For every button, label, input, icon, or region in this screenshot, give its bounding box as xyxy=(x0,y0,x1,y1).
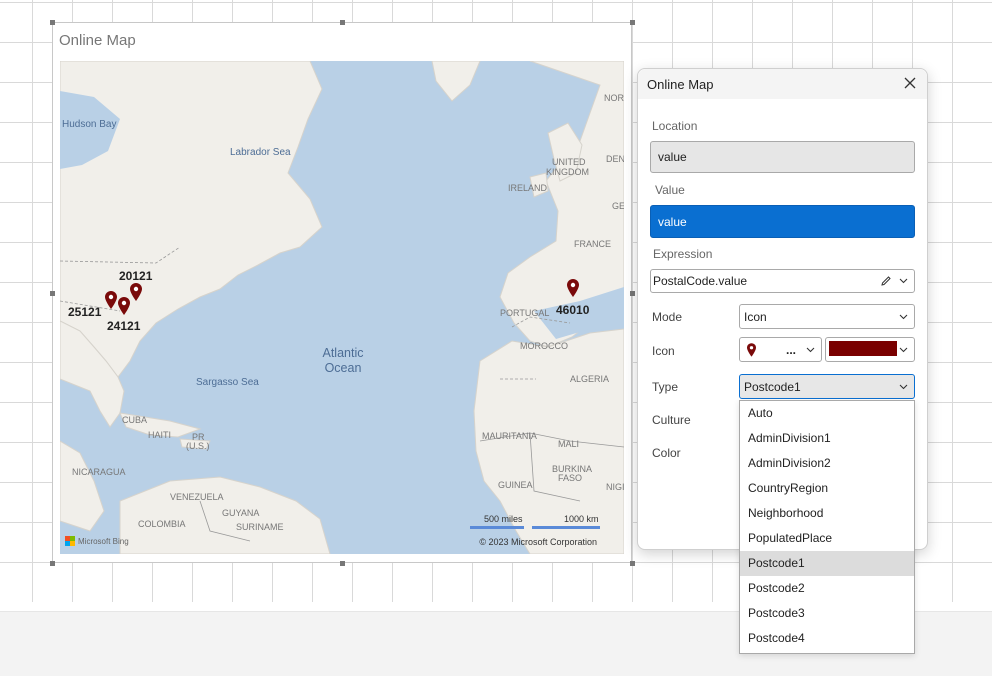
type-option-postcode1[interactable]: Postcode1 xyxy=(740,551,914,576)
map-label-haiti: HAITI xyxy=(148,430,172,440)
map-label-france: FRANCE xyxy=(574,239,612,249)
map-label-guinea: GUINEA xyxy=(498,480,533,490)
map-label-suriname: SURINAME xyxy=(236,522,284,532)
map-label-mauritania: MAURITANIA xyxy=(482,431,537,441)
map-label-atlantic-ocean: Atlantic Ocean xyxy=(318,346,368,376)
chevron-down-icon xyxy=(899,384,908,389)
scale-miles: 500 miles xyxy=(484,514,523,524)
chevron-down-icon[interactable] xyxy=(899,277,908,285)
map-label-labrador-sea: Labrador Sea xyxy=(230,147,291,158)
resize-handle-bl[interactable] xyxy=(50,561,55,566)
resize-handle-ml[interactable] xyxy=(50,291,55,296)
type-option-admindivision2[interactable]: AdminDivision2 xyxy=(740,451,914,476)
map-title: Online Map xyxy=(59,32,136,49)
expression-value: PostalCode.value xyxy=(653,274,748,288)
map-label-ger: GEI xyxy=(612,201,624,211)
map-label-atlantic-line1: Atlantic xyxy=(322,346,364,360)
map-label-pr-2: (U.S.) xyxy=(186,441,210,451)
map-label-nor: NOR xyxy=(604,93,624,103)
dialog-header: Online Map xyxy=(638,69,927,99)
pin-label: 20121 xyxy=(119,269,153,283)
resize-handle-tr[interactable] xyxy=(630,20,635,25)
pin-label: 25121 xyxy=(68,305,102,319)
map-pin-icon[interactable] xyxy=(130,283,142,301)
color-label: Color xyxy=(652,446,681,460)
map-label-guyana: GUYANA xyxy=(222,508,260,518)
map-label-uk-2: KINGDOM xyxy=(546,167,590,177)
scale-bar-km xyxy=(532,526,600,529)
online-map[interactable]: Hudson Bay Labrador Sea Atlantic Ocean S… xyxy=(60,61,624,554)
resize-handle-bm[interactable] xyxy=(340,561,345,566)
color-swatch xyxy=(829,341,897,356)
map-label-portugal: PORTUGAL xyxy=(500,308,550,318)
expression-field[interactable]: PostalCode.value xyxy=(650,269,915,293)
mode-label: Mode xyxy=(652,310,683,324)
value-value: value xyxy=(658,214,687,229)
bing-attribution-text: Microsoft Bing xyxy=(78,536,129,546)
resize-handle-tm[interactable] xyxy=(340,20,345,25)
type-value: Postcode1 xyxy=(744,379,801,394)
map-label-nicaragua: NICARAGUA xyxy=(72,467,126,477)
map-label-atlantic-line2: Ocean xyxy=(324,361,362,375)
resize-handle-tl[interactable] xyxy=(50,20,55,25)
type-option-postcode2[interactable]: Postcode2 xyxy=(740,576,914,601)
map-pin-icon[interactable] xyxy=(105,291,117,309)
icon-color-select[interactable] xyxy=(825,337,915,362)
map-copyright: © 2023 Microsoft Corporation xyxy=(479,537,597,547)
map-pin-icon[interactable] xyxy=(118,297,130,315)
chevron-down-icon xyxy=(806,347,815,352)
map-label-burkina-2: FASO xyxy=(558,473,583,483)
type-dropdown-list[interactable]: Auto AdminDivision1 AdminDivision2 Count… xyxy=(739,400,915,654)
map-label-cuba: CUBA xyxy=(122,415,148,425)
icon-label: Icon xyxy=(652,344,675,358)
icon-value: ... xyxy=(786,342,797,357)
type-option-auto[interactable]: Auto xyxy=(740,401,914,426)
map-label-hudson-bay: Hudson Bay xyxy=(62,119,117,130)
expression-label: Expression xyxy=(653,247,713,261)
resize-handle-mr[interactable] xyxy=(630,291,635,296)
location-field[interactable]: value xyxy=(650,141,915,173)
pin-label: 46010 xyxy=(556,303,590,317)
map-label-ireland: IRELAND xyxy=(508,183,548,193)
edit-pencil-icon[interactable] xyxy=(880,275,892,287)
map-label-nig: NIGI xyxy=(606,482,624,492)
type-option-neighborhood[interactable]: Neighborhood xyxy=(740,501,914,526)
map-label-venezuela: VENEZUELA xyxy=(170,492,224,502)
type-option-postcode3[interactable]: Postcode3 xyxy=(740,601,914,626)
pin-label: 24121 xyxy=(107,319,141,333)
mode-select[interactable]: Icon xyxy=(739,304,915,329)
scale-bar-miles xyxy=(470,526,524,529)
resize-handle-br[interactable] xyxy=(630,561,635,566)
value-label: Value xyxy=(655,183,685,197)
location-value: value xyxy=(658,150,687,164)
map-label-morocco: MOROCCO xyxy=(520,341,568,351)
culture-label: Culture xyxy=(652,413,691,427)
close-icon[interactable] xyxy=(902,75,918,91)
map-label-colombia: COLOMBIA xyxy=(138,519,186,529)
map-label-den: DENI xyxy=(606,154,624,164)
bing-attribution: Microsoft Bing xyxy=(65,536,129,546)
type-option-populatedplace[interactable]: PopulatedPlace xyxy=(740,526,914,551)
chevron-down-icon xyxy=(899,347,908,352)
type-label: Type xyxy=(652,380,679,394)
map-label-mali: MALI xyxy=(558,439,580,449)
location-label: Location xyxy=(652,119,698,133)
map-label-uk-1: UNITED xyxy=(552,157,586,167)
map-label-sargasso-sea: Sargasso Sea xyxy=(196,377,259,388)
map-label-algeria: ALGERIA xyxy=(570,374,610,384)
type-option-admindivision1[interactable]: AdminDivision1 xyxy=(740,426,914,451)
microsoft-logo-icon xyxy=(65,536,75,546)
scale-km: 1000 km xyxy=(564,514,599,524)
dialog-title: Online Map xyxy=(647,76,714,92)
mode-value: Icon xyxy=(744,309,767,324)
chevron-down-icon xyxy=(899,314,908,319)
value-field[interactable]: value xyxy=(650,205,915,238)
icon-select[interactable]: ... xyxy=(739,337,822,362)
type-select[interactable]: Postcode1 xyxy=(739,374,915,399)
map-pin-icon[interactable] xyxy=(567,279,579,297)
type-option-postcode4[interactable]: Postcode4 xyxy=(740,626,914,651)
type-option-countryregion[interactable]: CountryRegion xyxy=(740,476,914,501)
map-pin-icon xyxy=(747,342,756,357)
